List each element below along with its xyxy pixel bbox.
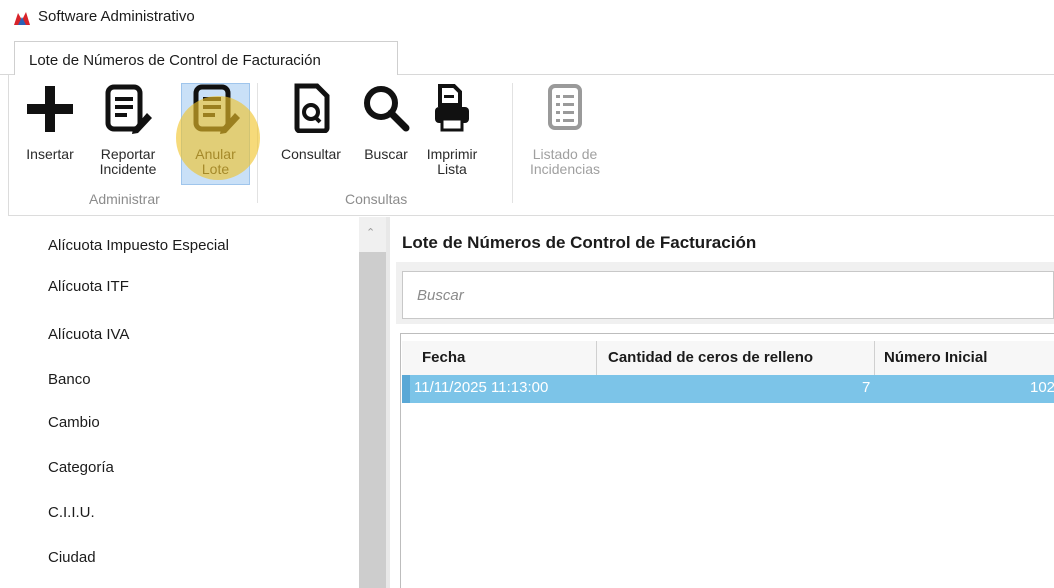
- cell-fecha: 11/11/2025 11:13:00: [414, 379, 549, 396]
- cell-ceros: 7: [862, 379, 871, 396]
- panel-splitter[interactable]: [386, 217, 390, 588]
- sidebar-item-alicuota-iva[interactable]: Alícuota IVA: [48, 326, 129, 343]
- buscar-label: Buscar: [364, 146, 408, 162]
- column-header-numero-inicial[interactable]: Número Inicial: [884, 349, 987, 366]
- column-header-fecha[interactable]: Fecha: [422, 349, 465, 366]
- cell-numero-inicial: 102: [1030, 379, 1054, 396]
- search-icon: [364, 86, 410, 132]
- sidebar-scrollbar-thumb[interactable]: [359, 252, 386, 588]
- sidebar-item-ciiu[interactable]: C.I.I.U.: [48, 504, 95, 521]
- reportar-label: Reportar Incidente: [99, 146, 157, 177]
- imprimir-lista-button[interactable]: Imprimir Lista: [419, 75, 485, 187]
- report-doc-icon: [105, 84, 152, 134]
- buscar-button[interactable]: Buscar: [355, 75, 417, 187]
- insertar-button[interactable]: Insertar: [15, 75, 85, 187]
- insertar-label: Insertar: [26, 146, 74, 162]
- scroll-up-icon[interactable]: ⌃: [366, 226, 375, 239]
- tab-lote-control[interactable]: Lote de Números de Control de Facturació…: [14, 41, 398, 75]
- imprimir-label: Imprimir Lista: [426, 146, 478, 177]
- consultar-button[interactable]: Consultar: [271, 75, 351, 187]
- column-header-ceros[interactable]: Cantidad de ceros de relleno: [608, 349, 813, 366]
- group-label-consultas: Consultas: [345, 191, 408, 207]
- sidebar-item-alicuota-impuesto-especial[interactable]: Alícuota Impuesto Especial: [48, 237, 229, 254]
- page-title: Lote de Números de Control de Facturació…: [402, 233, 757, 252]
- title-bar: Software Administrativo: [0, 0, 1054, 36]
- sidebar-item-cambio[interactable]: Cambio: [48, 414, 100, 431]
- sidebar: Alícuota Impuesto Especial Alícuota ITF …: [0, 217, 386, 588]
- ribbon: Insertar Reportar Incidente Anular Lote: [8, 75, 1054, 216]
- consultar-label: Consultar: [281, 146, 341, 162]
- sidebar-item-ciudad[interactable]: Ciudad: [48, 549, 96, 566]
- click-highlight: [176, 96, 260, 180]
- reportar-incidente-button[interactable]: Reportar Incidente: [93, 75, 163, 187]
- window-title: Software Administrativo: [38, 8, 195, 25]
- print-icon: [435, 84, 469, 132]
- search-input[interactable]: Buscar: [402, 271, 1054, 319]
- column-divider[interactable]: [874, 341, 875, 375]
- row-indicator: [402, 375, 410, 403]
- group-separator: [512, 83, 513, 203]
- app-logo-icon: [14, 12, 30, 25]
- plus-icon: [27, 86, 73, 132]
- listado-incidencias-button[interactable]: Listado de Incidencias: [517, 75, 613, 187]
- group-label-administrar: Administrar: [89, 191, 160, 207]
- sidebar-item-alicuota-itf[interactable]: Alícuota ITF: [48, 278, 129, 295]
- sidebar-item-banco[interactable]: Banco: [48, 371, 91, 388]
- query-doc-icon: [294, 83, 330, 133]
- incident-list-icon: [548, 84, 582, 130]
- column-divider[interactable]: [596, 341, 597, 375]
- sidebar-item-categoria[interactable]: Categoría: [48, 459, 114, 476]
- listado-label: Listado de Incidencias: [529, 146, 601, 177]
